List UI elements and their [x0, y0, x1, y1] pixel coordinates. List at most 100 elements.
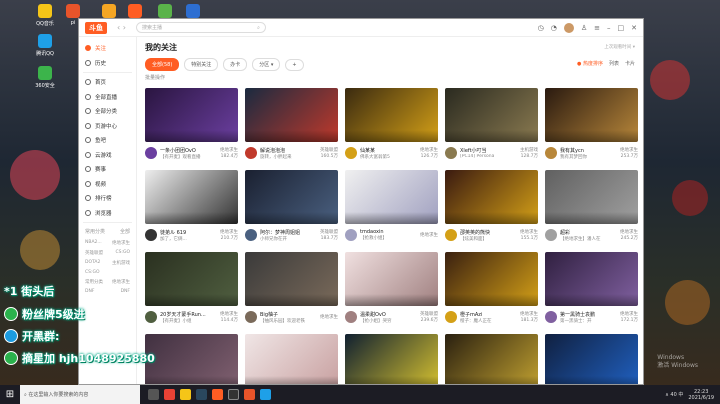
filter-all[interactable]: 全部(58): [145, 58, 180, 71]
streamer-avatar[interactable]: [445, 147, 457, 159]
windows-start-icon[interactable]: ⊞: [0, 389, 20, 400]
streamer-avatar[interactable]: [145, 311, 157, 323]
stream-thumbnail[interactable]: [445, 170, 538, 224]
stream-thumbnail[interactable]: [545, 170, 638, 224]
filter-special[interactable]: 特别关注: [184, 58, 219, 71]
stream-thumbnail[interactable]: [445, 252, 538, 306]
clock[interactable]: 22:23 2021/6/19: [688, 389, 714, 401]
sidebar-item-events[interactable]: 赛事: [79, 162, 136, 177]
close-icon[interactable]: ✕: [631, 24, 637, 32]
sidebar-item-video[interactable]: 视频: [79, 177, 136, 192]
sidebar-category[interactable]: DNF DNF: [79, 287, 136, 296]
desktop-icon[interactable]: 腾讯QQ: [30, 34, 60, 57]
stream-card[interactable]: Big柚子 【抽风乐园】欢迎老铁 绝地求生: [245, 252, 338, 328]
streamer-name[interactable]: 一条小团团OvO: [160, 147, 217, 154]
hot-sort-button[interactable]: ● 热度排序: [577, 60, 603, 67]
streamer-avatar[interactable]: [445, 311, 457, 323]
stream-card[interactable]: 徒弟ル 619 加了，它俩... 绝地求生 210.7万: [145, 170, 238, 246]
desktop-icon[interactable]: 360安全: [30, 66, 60, 89]
app-icon[interactable]: [244, 389, 255, 400]
stream-card[interactable]: 温柔甜OvO 【抢小姐】哭穷 英雄联盟 239.6万: [345, 252, 438, 328]
stream-thumbnail[interactable]: [445, 334, 538, 384]
streamer-avatar[interactable]: [145, 229, 157, 241]
streamer-avatar[interactable]: [545, 311, 557, 323]
stream-thumbnail[interactable]: [445, 88, 538, 142]
stream-thumbnail[interactable]: [245, 170, 338, 224]
filter-zone[interactable]: 分区 ▾: [252, 58, 281, 71]
stream-thumbnail[interactable]: [345, 334, 438, 384]
list-view-button[interactable]: 列表: [609, 60, 619, 67]
stream-thumbnail[interactable]: [145, 170, 238, 224]
avatar[interactable]: [563, 22, 574, 33]
sidebar-item-webgames[interactable]: 页游中心: [79, 119, 136, 134]
stream-card[interactable]: 橙子mAzi 橙子：魔人正在 绝地求生 181.3万: [445, 252, 538, 328]
streamer-avatar[interactable]: [345, 147, 357, 159]
menu-icon[interactable]: ≡: [594, 24, 600, 32]
explorer-icon[interactable]: [180, 389, 191, 400]
sidebar-item-ranking[interactable]: 排行榜: [79, 191, 136, 206]
nav-arrows[interactable]: ‹ ›: [117, 23, 126, 32]
sidebar-item-cloudgame[interactable]: 云游戏: [79, 148, 136, 163]
card-view-button[interactable]: 卡片: [625, 60, 635, 67]
streamer-name[interactable]: 超彩: [560, 229, 617, 236]
sidebar-category[interactable]: 常用分类 绝地求生: [79, 277, 136, 287]
sort-dropdown[interactable]: 上次观看时间 ▾: [604, 44, 635, 50]
stream-card[interactable]: 斗鱼黑机大赛: [545, 334, 638, 384]
streamer-name[interactable]: 第一黑骑士袁鹏: [560, 311, 617, 318]
obs-icon[interactable]: [228, 389, 239, 400]
shirt-icon[interactable]: ♙: [581, 24, 587, 32]
batch-operate-button[interactable]: 批量操作: [145, 74, 635, 81]
stream-thumbnail[interactable]: [345, 170, 438, 224]
search-icon[interactable]: ⌕: [257, 25, 260, 31]
stream-card[interactable]: 20岁天才蒙手Run... 【有开麦】小组 绝地求生 114.4万: [145, 252, 238, 328]
stream-card[interactable]: [445, 334, 538, 384]
taskbar-search-input[interactable]: ⌕ 在这里输入你要搜索的内容: [20, 385, 140, 404]
stream-card[interactable]: 阿尔：梦神周姐姐 小师兄你在开 英雄联盟 183.7万: [245, 170, 338, 246]
stream-thumbnail[interactable]: [545, 88, 638, 142]
search-input[interactable]: 搜索主播 ⌕: [135, 22, 266, 33]
stream-card[interactable]: [245, 334, 338, 384]
streamer-name[interactable]: 邵英英的熊快: [460, 229, 517, 236]
sidebar-item-categories[interactable]: 全部分类: [79, 104, 136, 119]
stream-thumbnail[interactable]: [245, 334, 338, 384]
streamer-avatar[interactable]: [245, 147, 257, 159]
chrome-icon[interactable]: [164, 389, 175, 400]
stream-card[interactable]: Xleft小叮当 [PC14] Persona 主机游戏 128.7万: [445, 88, 538, 164]
streamer-avatar[interactable]: [445, 229, 457, 241]
douyu-icon[interactable]: [212, 389, 223, 400]
stream-thumbnail[interactable]: [345, 88, 438, 142]
stream-card[interactable]: 解说泡泡泡 旋转，小胖起来 英雄联盟 160.5万: [245, 88, 338, 164]
stream-card[interactable]: 仙某某 佛系大富翁第5 绝地求生 126.7万: [345, 88, 438, 164]
douyu-logo[interactable]: 斗鱼: [85, 21, 107, 34]
streamer-avatar[interactable]: [245, 311, 257, 323]
sidebar-category[interactable]: 英雄联盟 CS:GO: [79, 248, 136, 258]
streamer-name[interactable]: Xleft小叮当: [460, 147, 517, 154]
sidebar-item-home[interactable]: 首页: [79, 75, 136, 90]
app-icon[interactable]: [260, 389, 271, 400]
streamer-avatar[interactable]: [145, 147, 157, 159]
streamer-name[interactable]: 温柔甜OvO: [360, 311, 417, 318]
history-icon[interactable]: ◷: [538, 24, 544, 32]
add-filter-button[interactable]: +: [285, 58, 304, 71]
stream-thumbnail[interactable]: [545, 334, 638, 384]
stream-card[interactable]: 超彩 【绝地求生】潘人在 绝地求生 245.2万: [545, 170, 638, 246]
streamer-avatar[interactable]: [545, 229, 557, 241]
sidebar-item-history[interactable]: 历史: [79, 56, 136, 71]
stream-card[interactable]: 云顶大腿王: [345, 334, 438, 384]
stream-card[interactable]: 我有其ycn 我有其梦回你 绝地求生 253.7万: [545, 88, 638, 164]
sidebar-item-browser[interactable]: 浏览器: [79, 206, 136, 221]
tray-icons[interactable]: ∧ 40 中: [665, 391, 683, 398]
steam-icon[interactable]: [196, 389, 207, 400]
streamer-avatar[interactable]: [345, 311, 357, 323]
streamer-name[interactable]: 阿尔：梦神周姐姐: [260, 229, 317, 236]
sidebar-section-more[interactable]: 全部: [120, 228, 130, 235]
minimize-icon[interactable]: –: [607, 24, 611, 32]
streamer-name[interactable]: 橙子mAzi: [460, 311, 517, 318]
clock-icon[interactable]: ◔: [551, 24, 557, 32]
sidebar-category[interactable]: CS:GO: [79, 268, 136, 277]
stream-thumbnail[interactable]: [145, 334, 238, 384]
streamer-name[interactable]: 我有其ycn: [560, 147, 617, 154]
streamer-avatar[interactable]: [245, 229, 257, 241]
streamer-name[interactable]: 仙某某: [360, 147, 417, 154]
streamer-avatar[interactable]: [345, 229, 357, 241]
